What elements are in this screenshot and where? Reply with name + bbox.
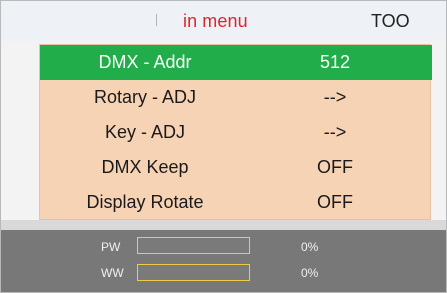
- pw-meter-bar: [137, 237, 250, 254]
- device-screen: in menu TOO DMX - Addr 512 Rotary - ADJ …: [0, 0, 447, 293]
- menu-item-value: 512: [319, 52, 351, 72]
- menu-panel: DMX - Addr 512 Rotary - ADJ --> Key - AD…: [39, 44, 432, 220]
- pw-value: 0%: [301, 240, 319, 254]
- meter-panel: PW 0% WW 0%: [1, 230, 446, 292]
- menu-item-value: OFF: [317, 157, 353, 177]
- ww-meter-bar: [137, 264, 250, 281]
- menu-item-label: Display Rotate: [86, 192, 204, 212]
- header-status: TOO: [371, 11, 410, 31]
- ww-label: WW: [101, 266, 124, 280]
- menu-item-value: -->: [323, 122, 347, 142]
- menu-item-dmx-addr[interactable]: DMX - Addr 512: [40, 45, 432, 80]
- ww-value: 0%: [301, 266, 319, 280]
- header-title: in menu: [183, 11, 248, 31]
- menu-item-value: -->: [323, 87, 347, 107]
- menu-item-display-rotate[interactable]: Display Rotate OFF: [40, 185, 432, 220]
- pw-label: PW: [101, 240, 121, 254]
- menu-item-label: Rotary - ADJ: [93, 87, 197, 107]
- header-bar: in menu TOO: [1, 1, 446, 41]
- menu-item-rotary-adj[interactable]: Rotary - ADJ -->: [40, 80, 432, 115]
- menu-item-label: DMX - Addr: [98, 52, 192, 72]
- menu-item-key-adj[interactable]: Key - ADJ -->: [40, 115, 432, 150]
- menu-item-label: DMX Keep: [101, 157, 189, 177]
- menu-item-value: OFF: [317, 192, 353, 212]
- menu-item-dmx-keep[interactable]: DMX Keep OFF: [40, 150, 432, 185]
- menu-item-label: Key - ADJ: [104, 122, 186, 142]
- header-divider: [156, 14, 157, 26]
- separator-band: [1, 220, 446, 230]
